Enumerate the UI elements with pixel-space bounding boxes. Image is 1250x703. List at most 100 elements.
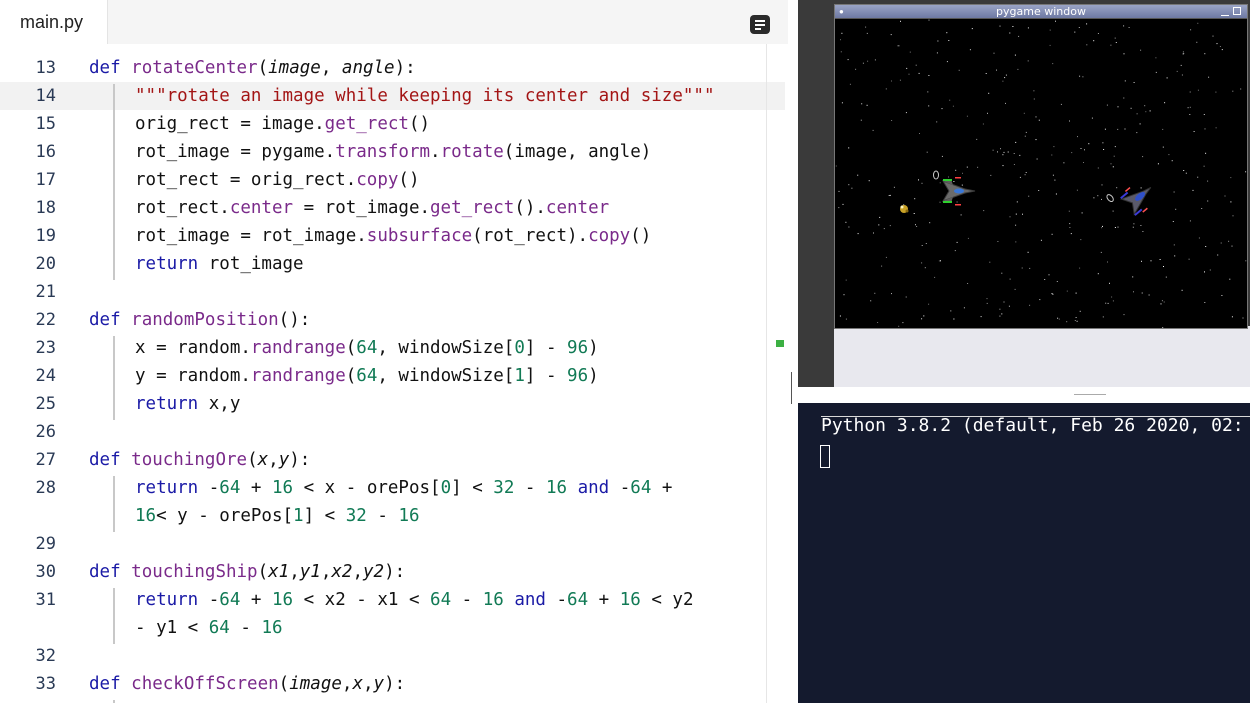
code-line-20[interactable]: return rot_image xyxy=(135,250,304,278)
star xyxy=(1091,117,1093,119)
star xyxy=(1231,245,1233,247)
star xyxy=(1196,41,1198,43)
pygame-window[interactable]: pygame window ● xyxy=(834,4,1248,329)
star xyxy=(1019,176,1021,178)
star xyxy=(1024,135,1026,137)
code-editor[interactable]: main.py 13 14 15 16 17 18 19 20 21 22 23 24 25 26 27 28… xyxy=(0,0,788,703)
code-line-15[interactable]: orig_rect = image.get_rect() xyxy=(135,110,430,138)
star xyxy=(1002,154,1004,156)
star xyxy=(921,182,923,184)
star xyxy=(937,40,939,42)
code-line-28-wrap[interactable]: 16< y - orePos[1] < 32 - 16 xyxy=(135,502,420,530)
star xyxy=(1123,53,1125,55)
star xyxy=(928,19,930,21)
star xyxy=(1159,259,1161,260)
code-line-17[interactable]: rot_rect = orig_rect.copy() xyxy=(135,166,420,194)
code-line-25[interactable]: return x,y xyxy=(135,390,240,418)
star xyxy=(1074,320,1076,321)
star xyxy=(1097,273,1099,275)
star xyxy=(956,241,958,243)
star xyxy=(1148,294,1150,296)
star xyxy=(1142,231,1144,232)
star xyxy=(1117,128,1119,130)
star xyxy=(847,59,849,61)
star xyxy=(1069,223,1071,225)
star xyxy=(961,184,963,186)
star xyxy=(948,40,950,41)
star xyxy=(1049,29,1051,31)
star xyxy=(1229,278,1231,280)
editor-scrollbar[interactable] xyxy=(766,44,767,703)
code-line-31[interactable]: return -64 + 16 < x2 - x1 < 64 - 16 and … xyxy=(135,586,693,614)
star xyxy=(890,34,892,36)
tab-main-py[interactable]: main.py xyxy=(0,0,108,44)
star xyxy=(877,322,879,323)
code-line-22[interactable]: def randomPosition(): xyxy=(89,306,310,334)
close-icon[interactable] xyxy=(1233,7,1241,15)
star xyxy=(990,174,992,176)
star xyxy=(1076,189,1078,191)
code-line-30[interactable]: def touchingShip(x1,y1,x2,y2): xyxy=(89,558,405,586)
star xyxy=(1005,74,1007,76)
editor-menu-icon[interactable] xyxy=(750,15,770,34)
star xyxy=(891,80,892,82)
console-splitter[interactable] xyxy=(798,387,1250,403)
pygame-titlebar[interactable]: pygame window ● xyxy=(835,5,1247,19)
star xyxy=(1033,98,1035,100)
game-canvas[interactable] xyxy=(835,19,1247,328)
code-line-27[interactable]: def touchingOre(x,y): xyxy=(89,446,310,474)
line-number: 29 xyxy=(35,534,56,554)
star xyxy=(1038,119,1040,121)
star xyxy=(953,318,955,320)
star xyxy=(1123,25,1125,27)
code-line-24[interactable]: y = random.randrange(64, windowSize[1] -… xyxy=(135,362,599,390)
code-line-16[interactable]: rot_image = pygame.transform.rotate(imag… xyxy=(135,138,651,166)
star xyxy=(1114,37,1116,39)
console-cursor[interactable] xyxy=(820,445,830,468)
star xyxy=(1105,302,1107,304)
star xyxy=(1160,303,1162,305)
code-line-14[interactable]: """rotate an image while keeping its cen… xyxy=(135,82,714,110)
star xyxy=(1174,255,1176,257)
code-line-23[interactable]: x = random.randrange(64, windowSize[0] -… xyxy=(135,334,599,362)
star xyxy=(1208,76,1210,78)
star xyxy=(1207,200,1209,202)
star xyxy=(838,207,840,209)
minimize-icon[interactable] xyxy=(1221,7,1229,16)
star xyxy=(1018,35,1020,37)
code-line-28[interactable]: return -64 + 16 < x - orePos[0] < 32 - 1… xyxy=(135,474,672,502)
code-area[interactable]: 13 14 15 16 17 18 19 20 21 22 23 24 25 26 27 28 29 30 31 32… xyxy=(0,44,788,703)
star xyxy=(927,91,929,93)
star xyxy=(1063,162,1065,164)
code-line-18[interactable]: rot_rect.center = rot_image.get_rect().c… xyxy=(135,194,609,222)
code-line-19[interactable]: rot_image = rot_image.subsurface(rot_rec… xyxy=(135,222,651,250)
line-number: 19 xyxy=(35,226,56,246)
star xyxy=(1140,225,1142,226)
star xyxy=(1155,71,1157,73)
code-line-13[interactable]: def rotateCenter(image, angle): xyxy=(89,54,416,82)
star xyxy=(1100,251,1102,253)
star xyxy=(1171,160,1173,162)
window-menu-icon[interactable]: ● xyxy=(839,8,844,16)
star xyxy=(948,176,949,178)
code-line-33[interactable]: def checkOffScreen(image,x,y): xyxy=(89,670,405,698)
star xyxy=(874,292,876,294)
star xyxy=(946,61,948,63)
code-line-31-wrap[interactable]: - y1 < 64 - 16 xyxy=(135,614,283,642)
star xyxy=(1204,271,1205,273)
line-number: 22 xyxy=(35,310,56,330)
star xyxy=(1163,266,1164,267)
star xyxy=(845,279,847,281)
star xyxy=(966,166,968,168)
star xyxy=(1185,172,1187,174)
star xyxy=(928,105,930,107)
pane-divider[interactable] xyxy=(788,0,798,703)
star xyxy=(1029,304,1031,306)
python-console[interactable]: Python 3.8.2 (default, Feb 26 2020, 02: xyxy=(798,403,1250,703)
star xyxy=(940,260,941,262)
star xyxy=(1150,260,1152,262)
star xyxy=(902,322,904,324)
star xyxy=(1013,164,1015,165)
star xyxy=(997,241,999,242)
tab-label: main.py xyxy=(20,12,84,32)
